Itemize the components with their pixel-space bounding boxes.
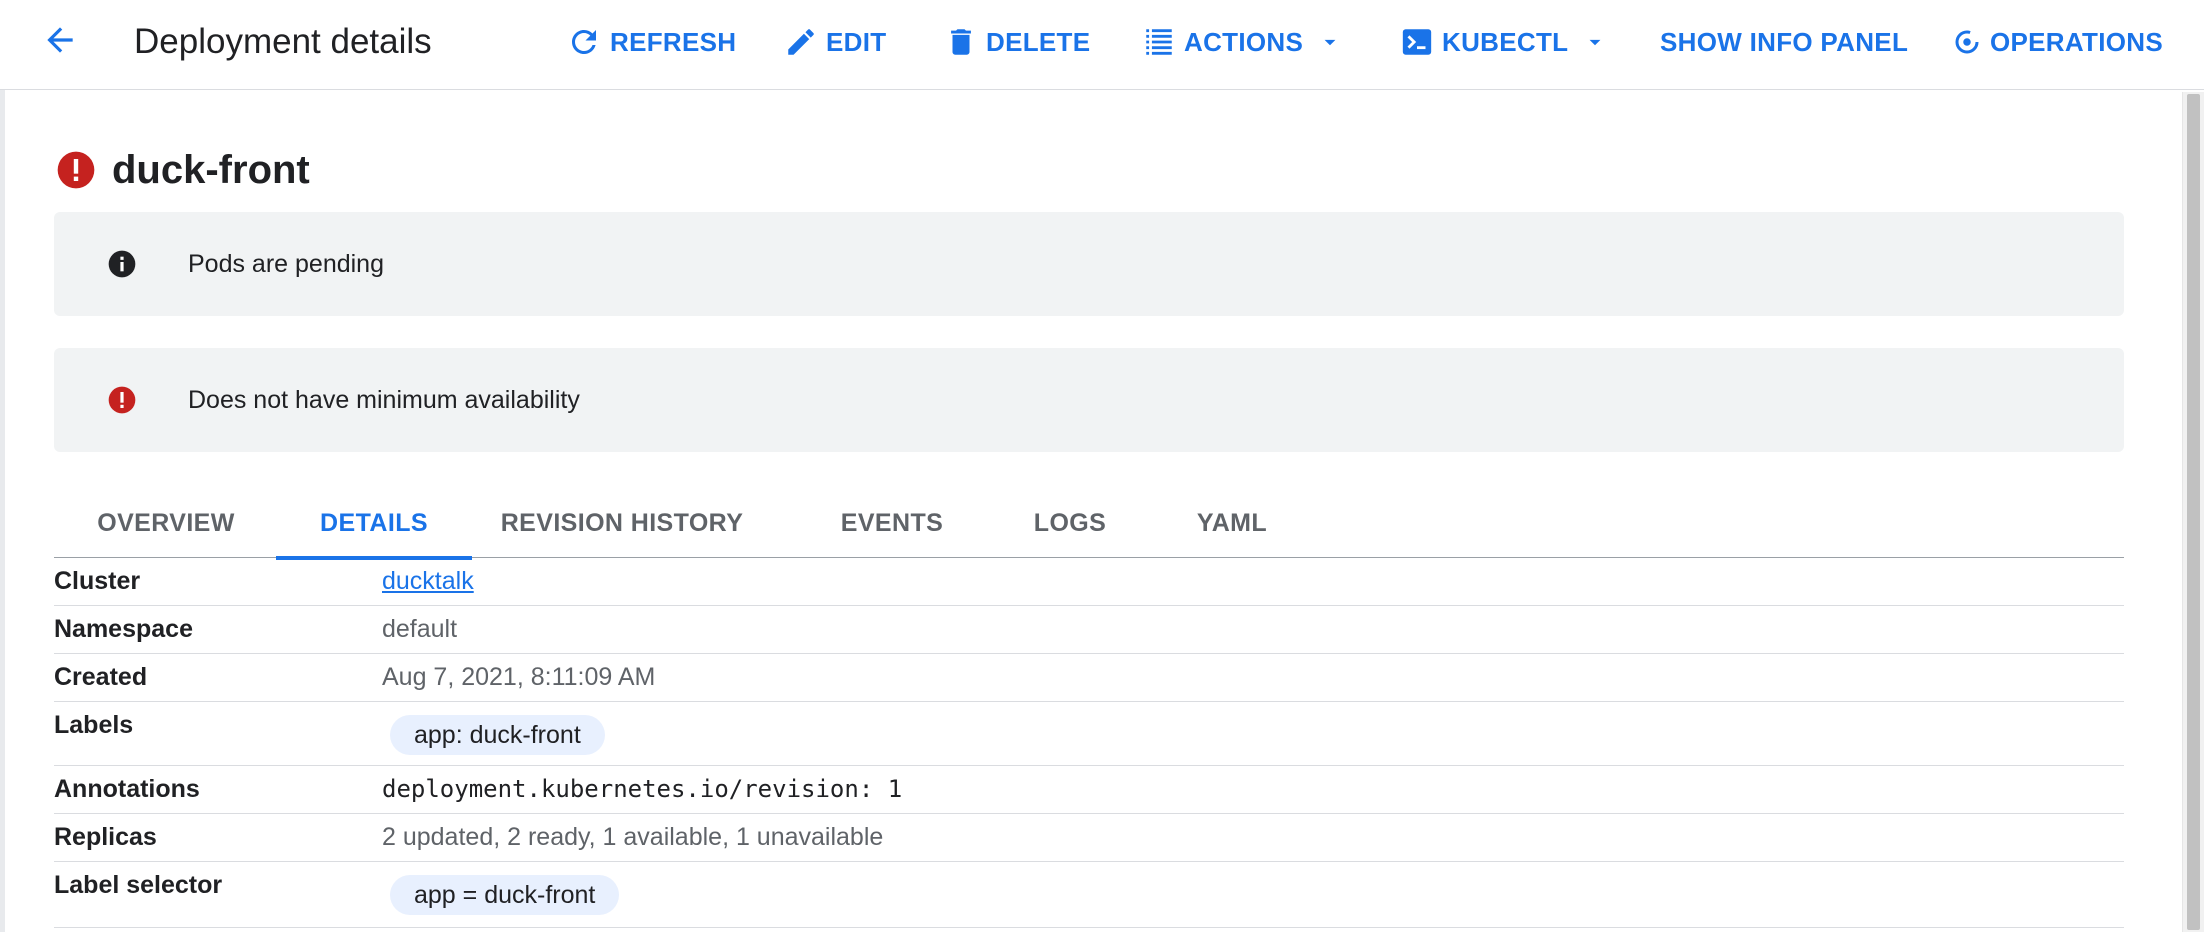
tab-details[interactable]: DETAILS bbox=[276, 488, 472, 560]
delete-label: DELETE bbox=[986, 26, 1091, 57]
refresh-icon bbox=[572, 29, 596, 54]
top-toolbar: Deployment details REFRESH EDIT DELETE A… bbox=[0, 0, 2204, 90]
detail-label: Created bbox=[54, 663, 148, 691]
kubectl-label: KUBECTL bbox=[1442, 26, 1569, 57]
namespace-value: default bbox=[382, 615, 458, 643]
alert-text: Pods are pending bbox=[188, 250, 384, 278]
alert-pods-pending: Pods are pending bbox=[54, 212, 2124, 316]
label-selector-chip: app = duck-front bbox=[390, 875, 620, 915]
detail-row-cluster: Cluster ducktalk bbox=[54, 558, 2124, 606]
label-chip: app: duck-front bbox=[390, 715, 605, 755]
details-table: Cluster ducktalk Namespace default Creat… bbox=[54, 558, 2124, 928]
created-value: Aug 7, 2021, 8:11:09 AM bbox=[382, 663, 656, 691]
delete-button[interactable]: DELETE bbox=[944, 18, 1090, 66]
annotations-value: deployment.kubernetes.io/revision: 1 bbox=[382, 775, 903, 803]
detail-row-annotations: Annotations deployment.kubernetes.io/rev… bbox=[54, 766, 2124, 814]
kubectl-menu-button[interactable]: KUBECTL bbox=[1400, 18, 1608, 66]
scrollbar-thumb[interactable] bbox=[2187, 94, 2200, 930]
cluster-link[interactable]: ducktalk bbox=[382, 567, 474, 596]
left-edge bbox=[0, 0, 5, 932]
detail-row-created: Created Aug 7, 2021, 8:11:09 AM bbox=[54, 654, 2124, 702]
tab-revision-history[interactable]: REVISION HISTORY bbox=[472, 488, 772, 558]
tab-bar: OVERVIEW DETAILS REVISION HISTORY EVENTS… bbox=[54, 488, 2124, 560]
show-info-panel-button[interactable]: SHOW INFO PANEL bbox=[1660, 18, 1908, 66]
error-icon bbox=[108, 386, 136, 414]
operations-label: OPERATIONS bbox=[1990, 26, 2163, 57]
refresh-label: REFRESH bbox=[610, 26, 737, 57]
page-title: Deployment details bbox=[134, 22, 432, 61]
info-icon bbox=[108, 250, 136, 278]
caret-down-icon bbox=[1589, 39, 1601, 46]
detail-row-label-selector: Label selector app = duck-front bbox=[54, 862, 2124, 928]
detail-label: Label selector bbox=[54, 871, 223, 899]
actions-label: ACTIONS bbox=[1184, 26, 1304, 57]
back-button[interactable] bbox=[36, 16, 84, 64]
pencil-icon bbox=[788, 29, 814, 55]
detail-label: Cluster bbox=[54, 567, 141, 595]
alert-minimum-availability: Does not have minimum availability bbox=[54, 348, 2124, 452]
detail-row-replicas: Replicas 2 updated, 2 ready, 1 available… bbox=[54, 814, 2124, 862]
detail-label: Namespace bbox=[54, 615, 193, 643]
show-info-panel-label: SHOW INFO PANEL bbox=[1660, 26, 1909, 57]
caret-down-icon bbox=[1324, 39, 1336, 46]
operations-button[interactable]: OPERATIONS bbox=[1952, 18, 2163, 66]
detail-label: Annotations bbox=[54, 775, 200, 803]
error-icon bbox=[57, 151, 95, 189]
scrollbar[interactable] bbox=[2182, 92, 2204, 932]
detail-label: Labels bbox=[54, 711, 134, 739]
edit-button[interactable]: EDIT bbox=[784, 18, 886, 66]
replicas-value: 2 updated, 2 ready, 1 available, 1 unava… bbox=[382, 823, 884, 851]
detail-label: Replicas bbox=[54, 823, 157, 851]
terminal-icon bbox=[1402, 29, 1432, 55]
tab-logs[interactable]: LOGS bbox=[1000, 488, 1140, 558]
list-icon bbox=[1146, 29, 1172, 55]
tab-overview[interactable]: OVERVIEW bbox=[54, 488, 278, 558]
edit-label: EDIT bbox=[826, 26, 887, 57]
operations-icon bbox=[1955, 30, 1979, 54]
actions-menu-button[interactable]: ACTIONS bbox=[1142, 18, 1343, 66]
arrow-back-icon bbox=[47, 27, 73, 53]
detail-row-namespace: Namespace default bbox=[54, 606, 2124, 654]
detail-row-labels: Labels app: duck-front bbox=[54, 702, 2124, 766]
refresh-button[interactable]: REFRESH bbox=[566, 18, 736, 66]
deployment-header: duck-front bbox=[54, 146, 310, 194]
deployment-name: duck-front bbox=[112, 148, 310, 192]
tab-events[interactable]: EVENTS bbox=[812, 488, 972, 558]
alert-text: Does not have minimum availability bbox=[188, 386, 580, 414]
trash-icon bbox=[951, 29, 971, 55]
tab-yaml[interactable]: YAML bbox=[1162, 488, 1302, 558]
